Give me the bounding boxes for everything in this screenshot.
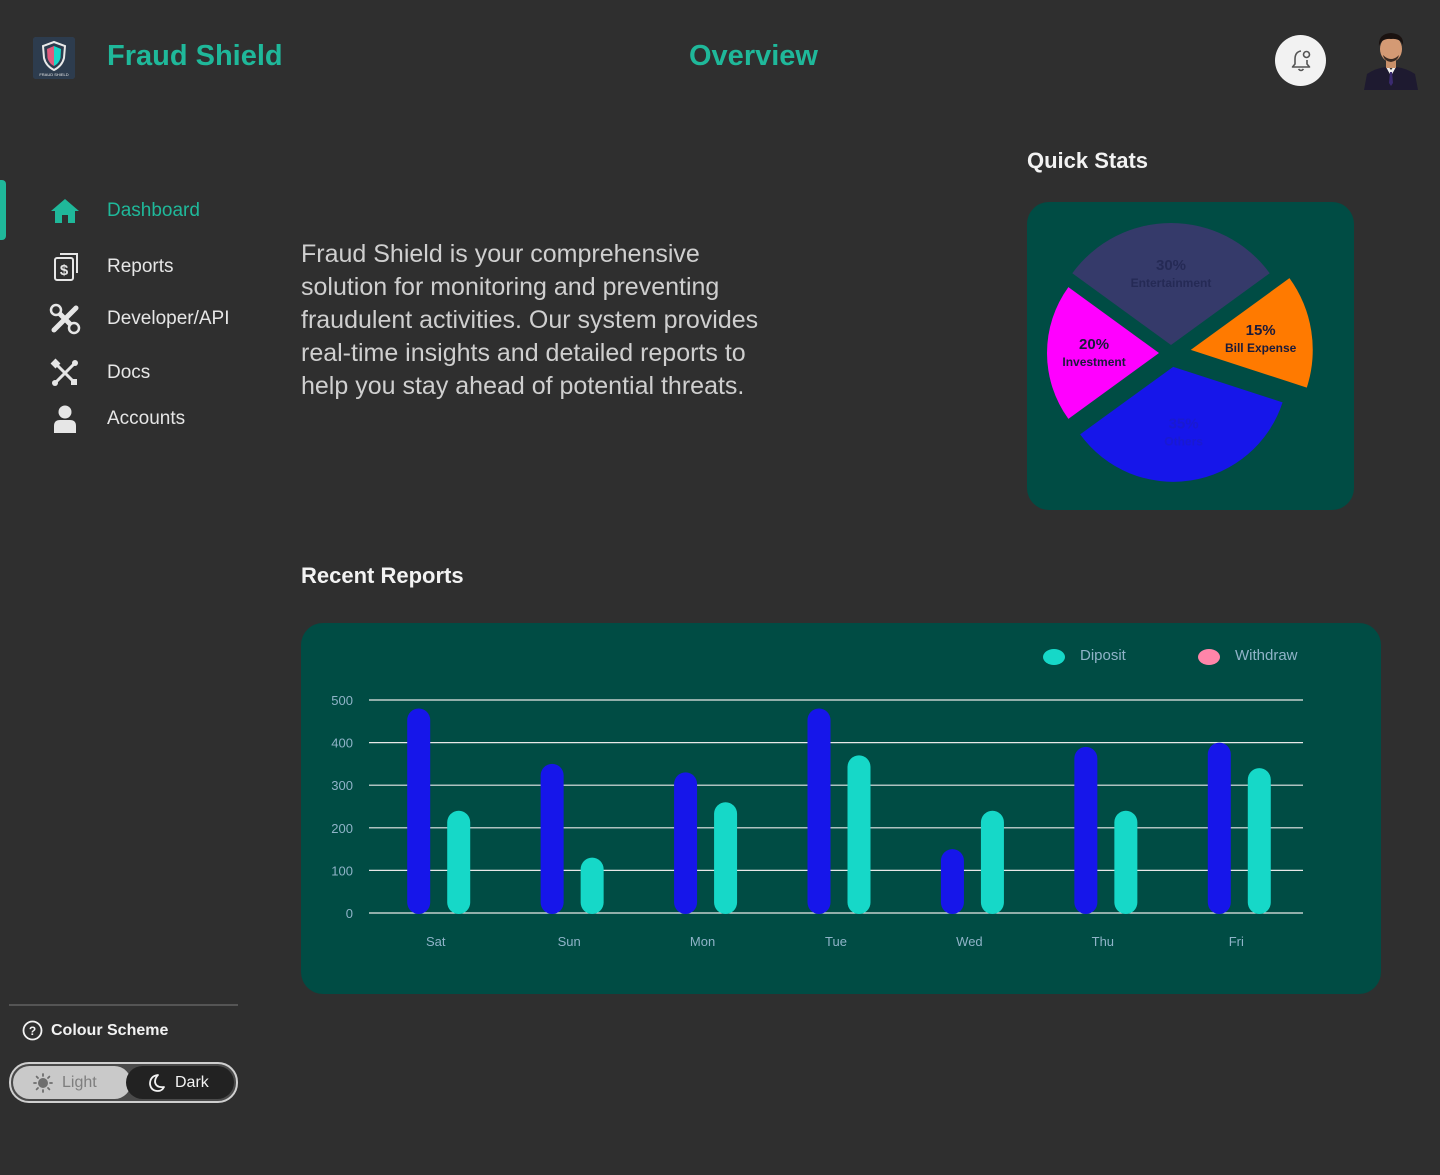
theme-dark-label: Dark: [175, 1073, 209, 1091]
sidebar-item-developer-api[interactable]: Developer/API: [48, 302, 230, 336]
help-icon[interactable]: ?: [22, 1020, 43, 1041]
colour-scheme-heading: ? Colour Scheme: [22, 1020, 168, 1041]
bar-diposit-mon[interactable]: [674, 772, 698, 914]
pie-slice-percent: 15%: [1246, 322, 1276, 339]
shield-logo-icon: FRAUD SHIELD: [33, 37, 75, 79]
x-tick-label: Sat: [426, 934, 446, 949]
bar-diposit-wed[interactable]: [940, 849, 964, 914]
recent-reports-card: 0 100 200 300 400 500 Sat Sun Mon Tue Wed Thu Fri Dip…: [301, 623, 1381, 994]
x-tick-label: Fri: [1229, 934, 1244, 949]
y-tick-label: 300: [331, 778, 353, 793]
bar-diposit-thu[interactable]: [1074, 746, 1098, 914]
pie-slice-label: Bill Expense: [1225, 341, 1297, 355]
sidebar-item-label: Developer/API: [107, 308, 230, 329]
y-tick-label: 500: [331, 693, 353, 708]
legend-label-diposit: Diposit: [1080, 647, 1127, 664]
theme-toggle[interactable]: Light Dark: [9, 1062, 238, 1103]
user-icon: [48, 402, 82, 436]
recent-reports-bar-chart: 0 100 200 300 400 500 Sat Sun Mon Tue Wed Thu Fri Dip…: [331, 647, 1303, 949]
colour-scheme-label: Colour Scheme: [51, 1021, 169, 1039]
bar-withdraw-thu[interactable]: [1114, 810, 1138, 914]
user-avatar[interactable]: [1364, 28, 1418, 90]
notifications-button[interactable]: [1275, 35, 1326, 86]
tools-icon: [48, 302, 82, 336]
x-tick-label: Mon: [690, 934, 715, 949]
bar-withdraw-fri[interactable]: [1247, 768, 1271, 914]
home-icon: [48, 194, 82, 228]
reports-icon: $: [48, 250, 82, 284]
legend-label-withdraw: Withdraw: [1235, 647, 1298, 664]
x-tick-label: Thu: [1092, 934, 1114, 949]
app-logo[interactable]: FRAUD SHIELD: [33, 37, 75, 79]
active-nav-indicator: [0, 180, 6, 240]
sidebar-item-accounts[interactable]: Accounts: [48, 402, 185, 436]
quick-stats-card: 30% Entertainment 15% Bill Expense 35% Others…: [1027, 202, 1354, 510]
moon-icon: [149, 1073, 165, 1092]
pie-slice-label: Investment: [1062, 355, 1125, 369]
bar-withdraw-tue[interactable]: [847, 755, 871, 914]
pie-slice-percent: 35%: [1169, 416, 1199, 433]
logo-text: FRAUD SHIELD: [39, 72, 68, 77]
sidebar-item-reports[interactable]: $ Reports: [48, 250, 174, 284]
y-tick-label: 100: [331, 863, 353, 878]
intro-description: Fraud Shield is your comprehensive solut…: [301, 240, 759, 400]
pie-slice-label: Entertainment: [1131, 276, 1212, 290]
x-tick-label: Tue: [825, 934, 847, 949]
quick-stats-pie-chart: 30% Entertainment 15% Bill Expense 35% Others…: [1047, 223, 1313, 482]
docs-icon: [48, 356, 82, 390]
y-tick-label: 200: [331, 821, 353, 836]
pie-slice-percent: 30%: [1156, 257, 1186, 274]
x-tick-label: Sun: [558, 934, 581, 949]
bar-withdraw-sat[interactable]: [447, 810, 471, 914]
svg-text:?: ?: [29, 1024, 36, 1038]
pie-slice-percent: 20%: [1079, 336, 1109, 353]
sidebar-item-docs[interactable]: Docs: [48, 356, 150, 390]
bar-diposit-fri[interactable]: [1207, 742, 1231, 914]
sidebar-item-dashboard[interactable]: Dashboard: [48, 194, 200, 228]
x-tick-label: Wed: [956, 934, 983, 949]
bar-withdraw-wed[interactable]: [980, 810, 1004, 914]
bar-withdraw-mon[interactable]: [714, 802, 738, 914]
page-title: Overview: [689, 40, 818, 72]
theme-light-option[interactable]: Light: [13, 1066, 131, 1099]
pie-slice-label: Others: [1164, 435, 1203, 449]
sidebar-divider: [9, 1004, 238, 1006]
bar-diposit-sun[interactable]: [540, 763, 564, 914]
theme-dark-option[interactable]: Dark: [126, 1066, 234, 1099]
legend-swatch-diposit: [1043, 649, 1065, 665]
theme-light-label: Light: [62, 1073, 97, 1091]
sidebar-item-label: Dashboard: [107, 200, 200, 221]
bar-withdraw-sun[interactable]: [580, 857, 604, 914]
sidebar-item-label: Docs: [107, 362, 151, 383]
sidebar-item-label: Reports: [107, 256, 174, 277]
sun-icon: [33, 1072, 53, 1093]
svg-text:$: $: [60, 262, 69, 279]
y-tick-label: 400: [331, 736, 353, 751]
bar-diposit-sat[interactable]: [407, 708, 431, 914]
y-tick-label: 0: [346, 906, 353, 921]
quick-stats-title: Quick Stats: [1027, 148, 1149, 173]
avatar-image: [1364, 28, 1418, 90]
app-title: Fraud Shield: [107, 40, 283, 72]
bell-icon: [1291, 49, 1310, 71]
legend-swatch-withdraw: [1198, 649, 1220, 665]
bar-diposit-tue[interactable]: [807, 708, 831, 914]
sidebar-item-label: Accounts: [107, 408, 186, 429]
recent-reports-title: Recent Reports: [301, 563, 464, 588]
